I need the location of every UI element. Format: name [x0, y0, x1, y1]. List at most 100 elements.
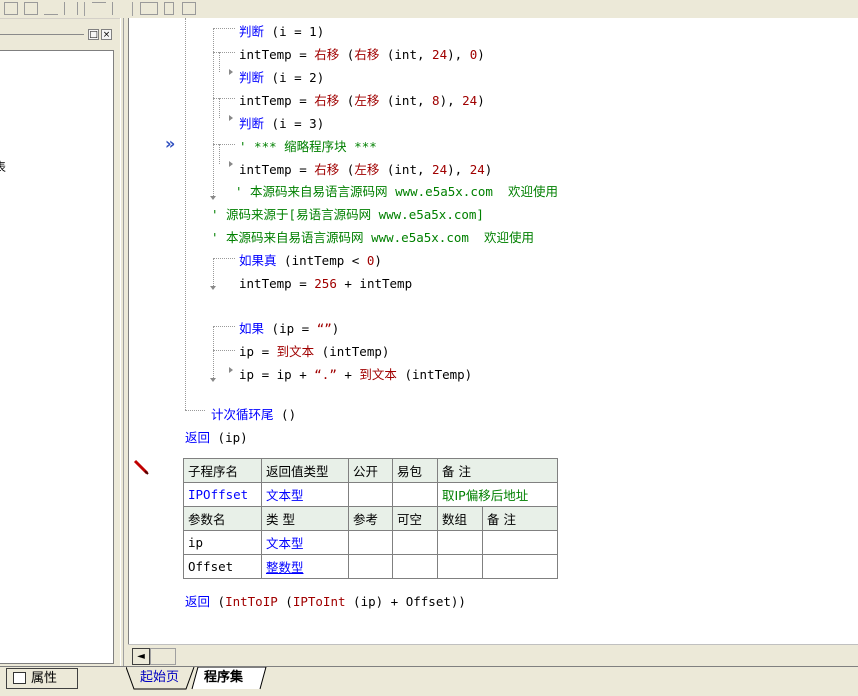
flow-arrow-icon	[210, 286, 216, 290]
branch-connector	[213, 98, 235, 99]
code-line[interactable]: intTemp = 256 + intTemp	[239, 276, 412, 292]
code-line[interactable]: intTemp = 右移 (左移 (int, 24), 24)	[239, 162, 492, 178]
table-cell[interactable]: 整数型	[261, 554, 349, 579]
code-line[interactable]: 判断 (i = 2)	[239, 70, 324, 86]
flow-arrow-icon	[210, 378, 216, 382]
table-header-cell: 类 型	[261, 506, 349, 531]
left-panel-content[interactable]: 表	[0, 50, 114, 664]
table-cell[interactable]: IPOffset	[183, 482, 262, 507]
branch-connector	[213, 258, 235, 259]
table-cell[interactable]	[482, 554, 558, 579]
table-cell[interactable]	[348, 482, 393, 507]
same-height-icon[interactable]	[164, 2, 174, 15]
left-panel-item-label[interactable]: 表	[0, 158, 6, 175]
table-cell[interactable]	[348, 554, 393, 579]
table-cell[interactable]: 文本型	[261, 530, 349, 555]
align-grid-icon[interactable]	[4, 2, 18, 15]
code-line[interactable]: 判断 (i = 3)	[239, 116, 324, 132]
table-header-cell: 备 注	[437, 458, 558, 483]
table-row[interactable]: IPOffset 文本型 取IP偏移后地址	[183, 482, 558, 507]
if-flow-line	[213, 258, 214, 286]
scroll-thumb[interactable]	[150, 648, 176, 665]
flow-arrow-icon	[229, 69, 233, 75]
table-header-cell: 子程序名	[183, 458, 262, 483]
bottom-bar: 属性 起始页 程序集	[0, 666, 858, 696]
flow-arrow-icon	[229, 115, 233, 121]
code-line[interactable]: intTemp = 右移 (右移 (int, 24), 0)	[239, 47, 485, 63]
code-line[interactable]: intTemp = 右移 (左移 (int, 8), 24)	[239, 93, 485, 109]
table-cell[interactable]: 取IP偏移后地址	[437, 482, 558, 507]
pencil-icon	[133, 459, 149, 475]
comment-line[interactable]: ' 源码来源于[易语言源码网 www.e5a5x.com]	[211, 207, 484, 223]
code-line[interactable]: 判断 (i = 1)	[239, 24, 324, 40]
loop-flow-line	[185, 18, 186, 410]
table-header-cell: 备 注	[482, 506, 558, 531]
align-vertical-icon[interactable]	[64, 2, 78, 15]
table-cell[interactable]: 文本型	[261, 482, 349, 507]
branch-connector	[213, 350, 235, 351]
comment-line[interactable]: ' 本源码来自易语言源码网 www.e5a5x.com 欢迎使用	[235, 184, 558, 200]
branch-flow-line	[219, 98, 220, 118]
same-width-icon[interactable]	[140, 2, 158, 15]
branch-connector	[213, 326, 235, 327]
restore-icon[interactable]: □	[88, 29, 99, 40]
branch-flow-line	[219, 52, 220, 72]
flow-arrow-icon	[210, 196, 216, 200]
switch-flow-line	[213, 28, 214, 196]
code-line[interactable]: 计次循环尾 ()	[211, 407, 296, 423]
titlebar-grip	[0, 34, 84, 35]
table-header-cell: 参数名	[183, 506, 262, 531]
table-header-cell: 可空	[392, 506, 438, 531]
properties-icon	[13, 672, 26, 684]
code-line[interactable]: 如果真 (intTemp < 0)	[239, 253, 382, 269]
code-line[interactable]: 返回 (ip)	[185, 430, 248, 446]
tab-assembly[interactable]: 程序集	[204, 667, 243, 689]
scroll-left-button[interactable]: ◄	[132, 648, 150, 665]
loop-end-connector	[185, 410, 205, 411]
space-horizontal-icon[interactable]	[92, 2, 106, 15]
tab-start-page[interactable]: 起始页	[140, 667, 179, 689]
if-flow-line	[213, 326, 214, 378]
space-vertical-icon[interactable]	[112, 2, 126, 15]
code-line[interactable]: ip = 到文本 (intTemp)	[239, 344, 389, 360]
table-cell[interactable]	[392, 530, 438, 555]
table-cell[interactable]: ip	[183, 530, 262, 555]
left-panel-titlebar: □ ×	[0, 27, 118, 41]
table-header-cell: 数组	[437, 506, 483, 531]
flow-arrow-icon	[229, 367, 233, 373]
flow-arrow-icon	[229, 161, 233, 167]
code-editor[interactable]: » 判断 (i = 1) intTemp = 右移 (右移 (int, 24),…	[128, 18, 858, 644]
code-line[interactable]: 如果 (ip = “”)	[239, 321, 339, 337]
table-cell[interactable]	[482, 530, 558, 555]
horizontal-scrollbar[interactable]: ◄	[128, 644, 858, 667]
toolbar	[0, 0, 858, 19]
table-cell[interactable]	[348, 530, 393, 555]
align-center-icon[interactable]	[24, 2, 38, 15]
code-line[interactable]: ip = ip + “.” + 到文本 (intTemp)	[239, 367, 472, 383]
current-line-arrow-icon: »	[165, 134, 176, 153]
table-cell[interactable]	[392, 482, 438, 507]
branch-connector	[213, 28, 235, 29]
table-cell[interactable]	[392, 554, 438, 579]
properties-label: 属性	[31, 671, 58, 686]
branch-connector	[213, 52, 235, 53]
table-row[interactable]: Offset 整数型	[183, 554, 558, 579]
code-line[interactable]: 返回 (IntToIP (IPToInt (ip) + Offset))	[185, 594, 466, 610]
close-icon[interactable]: ×	[101, 29, 112, 40]
properties-tab[interactable]: 属性	[6, 668, 78, 689]
table-header-cell: 公开	[348, 458, 393, 483]
table-cell[interactable]	[437, 530, 483, 555]
table-row[interactable]: ip 文本型	[183, 530, 558, 555]
table-header-row: 子程序名 返回值类型 公开 易包 备 注	[183, 458, 558, 483]
table-header-cell: 易包	[392, 458, 438, 483]
align-top-icon[interactable]	[44, 2, 58, 15]
comment-line[interactable]: ' 本源码来自易语言源码网 www.e5a5x.com 欢迎使用	[211, 230, 534, 246]
table-cell[interactable]	[437, 554, 483, 579]
branch-flow-line	[219, 144, 220, 164]
same-size-icon[interactable]	[182, 2, 196, 15]
branch-connector	[213, 144, 235, 145]
left-panel: □ × 表	[0, 22, 120, 664]
table-cell[interactable]: Offset	[183, 554, 262, 579]
subroutine-table: 子程序名 返回值类型 公开 易包 备 注 IPOffset 文本型 取IP偏移后…	[183, 458, 558, 579]
code-line[interactable]: ' *** 缩略程序块 ***	[239, 139, 377, 155]
